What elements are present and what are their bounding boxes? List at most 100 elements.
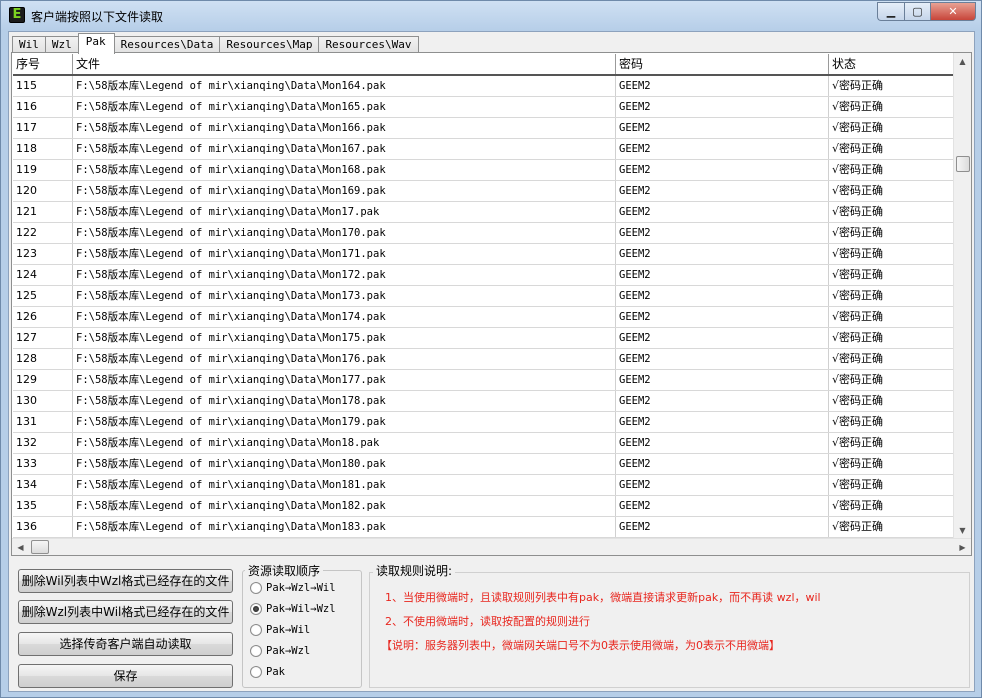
cell-file: F:\58版本库\Legend of mir\xianqing\Data\Mon… bbox=[73, 370, 616, 390]
cell-file: F:\58版本库\Legend of mir\xianqing\Data\Mon… bbox=[73, 160, 616, 180]
cell-status: √密码正确 bbox=[832, 457, 884, 470]
table-header: 序号 文件 密码 状态 bbox=[13, 54, 953, 76]
cell-file: F:\58版本库\Legend of mir\xianqing\Data\Mon… bbox=[73, 307, 616, 327]
cell-seq: 132 bbox=[13, 433, 73, 453]
radio-icon[interactable] bbox=[250, 582, 262, 594]
save-button[interactable]: 保存 bbox=[18, 664, 233, 688]
scroll-down-icon[interactable]: ▼ bbox=[954, 522, 971, 539]
tab-strip: Wil Wzl Pak Resources\Data Resources\Map… bbox=[12, 33, 419, 54]
cell-seq: 122 bbox=[13, 223, 73, 243]
table-row[interactable]: 121 F:\58版本库\Legend of mir\xianqing\Data\… bbox=[13, 202, 953, 223]
table-row[interactable]: 124 F:\58版本库\Legend of mir\xianqing\Data\… bbox=[13, 265, 953, 286]
column-header-status[interactable]: 状态 bbox=[829, 54, 953, 74]
app-logo-icon: E bbox=[9, 7, 25, 23]
table-row[interactable]: 122 F:\58版本库\Legend of mir\xianqing\Data\… bbox=[13, 223, 953, 244]
delete-wzl-duplicates-button[interactable]: 删除Wzl列表中Wil格式已经存在的文件 bbox=[18, 600, 233, 624]
table-row[interactable]: 134 F:\58版本库\Legend of mir\xianqing\Data\… bbox=[13, 475, 953, 496]
tab-pak[interactable]: Pak bbox=[77, 33, 115, 54]
horizontal-scrollbar[interactable]: ◀ ▶ bbox=[12, 538, 971, 555]
cell-seq: 130 bbox=[13, 391, 73, 411]
main-window: E 客户端按照以下文件读取 ▁ ▢ ✕ Wil Wzl Pak Resource… bbox=[0, 0, 982, 698]
cell-password: GEEM2 bbox=[616, 391, 829, 411]
cell-password: GEEM2 bbox=[616, 76, 829, 96]
cell-file: F:\58版本库\Legend of mir\xianqing\Data\Mon… bbox=[73, 244, 616, 264]
window-title: 客户端按照以下文件读取 bbox=[31, 10, 164, 24]
table-row[interactable]: 123 F:\58版本库\Legend of mir\xianqing\Data\… bbox=[13, 244, 953, 265]
horizontal-scroll-thumb[interactable] bbox=[31, 540, 49, 554]
cell-seq: 128 bbox=[13, 349, 73, 369]
cell-status: √密码正确 bbox=[832, 331, 884, 344]
table-row[interactable]: 128 F:\58版本库\Legend of mir\xianqing\Data\… bbox=[13, 349, 953, 370]
table-row[interactable]: 117 F:\58版本库\Legend of mir\xianqing\Data\… bbox=[13, 118, 953, 139]
table-row[interactable]: 133 F:\58版本库\Legend of mir\xianqing\Data\… bbox=[13, 454, 953, 475]
cell-seq: 127 bbox=[13, 328, 73, 348]
cell-file: F:\58版本库\Legend of mir\xianqing\Data\Mon… bbox=[73, 223, 616, 243]
cell-file: F:\58版本库\Legend of mir\xianqing\Data\Mon… bbox=[73, 97, 616, 117]
cell-status: √密码正确 bbox=[832, 520, 884, 533]
table-row[interactable]: 132 F:\58版本库\Legend of mir\xianqing\Data\… bbox=[13, 433, 953, 454]
table-row[interactable]: 127 F:\58版本库\Legend of mir\xianqing\Data\… bbox=[13, 328, 953, 349]
cell-file: F:\58版本库\Legend of mir\xianqing\Data\Mon… bbox=[73, 433, 616, 453]
select-client-button[interactable]: 选择传奇客户端自动读取 bbox=[18, 632, 233, 656]
cell-seq: 131 bbox=[13, 412, 73, 432]
table-row[interactable]: 129 F:\58版本库\Legend of mir\xianqing\Data\… bbox=[13, 370, 953, 391]
cell-seq: 125 bbox=[13, 286, 73, 306]
table-row[interactable]: 120 F:\58版本库\Legend of mir\xianqing\Data\… bbox=[13, 181, 953, 202]
table-row[interactable]: 125 F:\58版本库\Legend of mir\xianqing\Data\… bbox=[13, 286, 953, 307]
cell-seq: 133 bbox=[13, 454, 73, 474]
close-button[interactable]: ✕ bbox=[930, 2, 976, 21]
table-body: 115 F:\58版本库\Legend of mir\xianqing\Data\… bbox=[13, 76, 953, 538]
scroll-right-icon[interactable]: ▶ bbox=[954, 539, 971, 556]
cell-status: √密码正确 bbox=[832, 79, 884, 92]
column-header-file[interactable]: 文件 bbox=[73, 54, 616, 74]
radio-icon[interactable] bbox=[250, 666, 262, 678]
cell-password: GEEM2 bbox=[616, 517, 829, 537]
rule-note: 【说明：服务器列表中，微端网关端口号不为0表示使用微端，为0表示不用微端】 bbox=[381, 639, 780, 652]
vertical-scrollbar[interactable]: ▲ ▼ bbox=[953, 53, 971, 539]
radio-selected-icon[interactable] bbox=[250, 603, 262, 615]
cell-seq: 116 bbox=[13, 97, 73, 117]
radio-icon[interactable] bbox=[250, 645, 262, 657]
order-option-pak-wzl-wil[interactable]: Pak→Wzl→Wil bbox=[250, 582, 336, 594]
table-row[interactable]: 115 F:\58版本库\Legend of mir\xianqing\Data\… bbox=[13, 76, 953, 97]
table-row[interactable]: 131 F:\58版本库\Legend of mir\xianqing\Data\… bbox=[13, 412, 953, 433]
order-option-pak[interactable]: Pak bbox=[250, 666, 285, 678]
cell-seq: 124 bbox=[13, 265, 73, 285]
order-option-pak-wzl[interactable]: Pak→Wzl bbox=[250, 645, 310, 657]
table-row[interactable]: 135 F:\58版本库\Legend of mir\xianqing\Data\… bbox=[13, 496, 953, 517]
cell-status: √密码正确 bbox=[832, 268, 884, 281]
column-header-password[interactable]: 密码 bbox=[616, 54, 829, 74]
scroll-up-icon[interactable]: ▲ bbox=[954, 53, 971, 70]
scroll-left-icon[interactable]: ◀ bbox=[12, 539, 29, 556]
rule-line-1: 1、当使用微端时，且读取规则列表中有pak，微端直接请求更新pak，而不再读 w… bbox=[385, 591, 821, 604]
cell-status: √密码正确 bbox=[832, 184, 884, 197]
file-table: 序号 文件 密码 状态 115 F:\58版本库\Legend of mir\xi… bbox=[13, 54, 953, 540]
cell-password: GEEM2 bbox=[616, 370, 829, 390]
order-option-pak-wil[interactable]: Pak→Wil bbox=[250, 624, 310, 636]
radio-icon[interactable] bbox=[250, 624, 262, 636]
column-header-seq[interactable]: 序号 bbox=[13, 54, 73, 74]
cell-password: GEEM2 bbox=[616, 433, 829, 453]
cell-status: √密码正确 bbox=[832, 436, 884, 449]
table-row[interactable]: 119 F:\58版本库\Legend of mir\xianqing\Data\… bbox=[13, 160, 953, 181]
delete-wil-duplicates-button[interactable]: 删除Wil列表中Wzl格式已经存在的文件 bbox=[18, 569, 233, 593]
cell-seq: 119 bbox=[13, 160, 73, 180]
title-bar[interactable]: E 客户端按照以下文件读取 ▁ ▢ ✕ bbox=[1, 1, 981, 31]
order-option-label: Pak bbox=[266, 666, 285, 678]
table-row[interactable]: 118 F:\58版本库\Legend of mir\xianqing\Data\… bbox=[13, 139, 953, 160]
table-row[interactable]: 116 F:\58版本库\Legend of mir\xianqing\Data\… bbox=[13, 97, 953, 118]
cell-status: √密码正确 bbox=[832, 163, 884, 176]
table-row[interactable]: 136 F:\58版本库\Legend of mir\xianqing\Data\… bbox=[13, 517, 953, 538]
cell-file: F:\58版本库\Legend of mir\xianqing\Data\Mon… bbox=[73, 181, 616, 201]
cell-password: GEEM2 bbox=[616, 244, 829, 264]
minimize-button[interactable]: ▁ bbox=[877, 2, 904, 21]
order-option-pak-wil-wzl[interactable]: Pak→Wil→Wzl bbox=[250, 603, 336, 615]
table-row[interactable]: 126 F:\58版本库\Legend of mir\xianqing\Data\… bbox=[13, 307, 953, 328]
cell-status: √密码正确 bbox=[832, 310, 884, 323]
cell-seq: 115 bbox=[13, 76, 73, 96]
maximize-button[interactable]: ▢ bbox=[904, 2, 930, 21]
cell-seq: 120 bbox=[13, 181, 73, 201]
order-option-label: Pak→Wzl bbox=[266, 645, 311, 657]
vertical-scroll-thumb[interactable] bbox=[956, 156, 970, 172]
table-row[interactable]: 130 F:\58版本库\Legend of mir\xianqing\Data\… bbox=[13, 391, 953, 412]
